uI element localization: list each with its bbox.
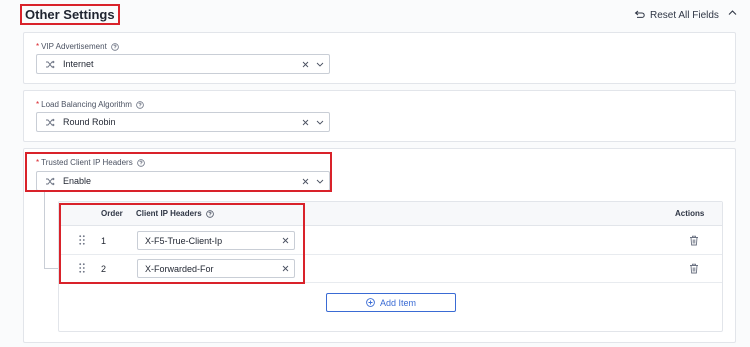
reset-all-fields-label: Reset All Fields <box>650 9 719 21</box>
select-value: Round Robin <box>63 117 116 127</box>
help-circle-icon[interactable] <box>205 209 214 218</box>
drag-handle-icon[interactable] <box>79 235 85 245</box>
required-mark: * <box>36 158 40 167</box>
clear-icon[interactable] <box>299 119 311 126</box>
clear-icon[interactable] <box>299 178 311 185</box>
chevron-down-icon[interactable] <box>311 179 329 184</box>
plus-circle-icon <box>366 298 375 307</box>
column-actions: Actions <box>675 209 705 218</box>
drag-handle-icon[interactable] <box>79 263 85 273</box>
chevron-down-icon[interactable] <box>311 120 329 125</box>
trash-icon[interactable] <box>689 235 699 246</box>
settings-page: Other Settings Reset All Fields * VIP Ad… <box>0 0 750 347</box>
column-order: Order <box>101 209 123 218</box>
chevron-up-icon[interactable] <box>728 9 737 16</box>
field-label-text: Trusted Client IP Headers <box>41 158 133 167</box>
trusted-client-ip-label: * Trusted Client IP Headers <box>36 158 145 167</box>
select-value: Internet <box>63 59 94 69</box>
clear-icon[interactable] <box>299 61 311 68</box>
table-row: 1 X-F5-True-Client-Ip <box>59 227 722 255</box>
row-order: 1 <box>101 236 107 246</box>
required-mark: * <box>36 42 40 51</box>
vip-advertisement-select[interactable]: Internet <box>36 54 330 74</box>
shuffle-icon <box>46 60 55 68</box>
help-circle-icon[interactable] <box>136 100 144 109</box>
trusted-client-ip-select[interactable]: Enable <box>36 171 330 191</box>
required-mark: * <box>36 100 40 109</box>
load-balancing-label: * Load Balancing Algorithm <box>36 100 144 109</box>
vip-advertisement-card: * VIP Advertisement Internet <box>23 32 736 84</box>
reset-icon <box>634 10 645 18</box>
header-name-input[interactable]: X-Forwarded-For <box>137 259 295 278</box>
clear-icon[interactable] <box>276 237 294 244</box>
input-value: X-F5-True-Client-Ip <box>145 235 223 246</box>
field-label-text: VIP Advertisement <box>41 42 107 51</box>
shuffle-icon <box>46 118 55 126</box>
table-row: 2 X-Forwarded-For <box>59 255 722 283</box>
tree-connector <box>44 268 58 269</box>
header-name-input[interactable]: X-F5-True-Client-Ip <box>137 231 295 250</box>
vip-advertisement-label: * VIP Advertisement <box>36 42 119 51</box>
table-header: Order Client IP Headers Actions <box>59 202 722 226</box>
select-value: Enable <box>63 176 92 186</box>
chevron-down-icon[interactable] <box>311 62 329 67</box>
add-item-label: Add Item <box>379 297 417 308</box>
row-order: 2 <box>101 264 107 274</box>
client-ip-headers-table: Order Client IP Headers Actions 1 X-F5-T… <box>58 201 723 332</box>
load-balancing-card: * Load Balancing Algorithm Round Robin <box>23 90 736 142</box>
load-balancing-select[interactable]: Round Robin <box>36 112 330 132</box>
column-label: Client IP Headers <box>136 209 202 218</box>
help-circle-icon[interactable] <box>136 158 145 167</box>
section-title: Other Settings <box>20 4 120 25</box>
column-client-ip-headers: Client IP Headers <box>136 209 214 218</box>
clear-icon[interactable] <box>276 265 294 272</box>
add-item-button[interactable]: Add Item <box>326 293 456 312</box>
help-circle-icon[interactable] <box>110 42 119 51</box>
reset-all-fields-button[interactable]: Reset All Fields <box>634 7 719 23</box>
input-value: X-Forwarded-For <box>145 263 214 274</box>
field-label-text: Load Balancing Algorithm <box>41 100 132 109</box>
trash-icon[interactable] <box>689 263 699 274</box>
shuffle-icon <box>46 177 55 185</box>
tree-connector <box>44 192 45 268</box>
